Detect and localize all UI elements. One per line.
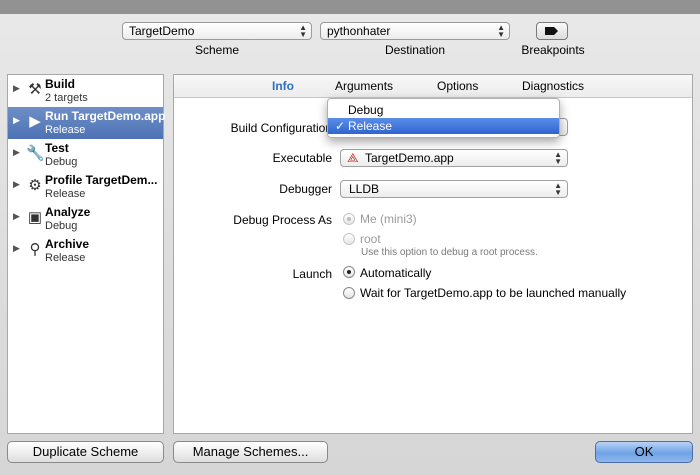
action-run[interactable]: ▶ ▶ Run TargetDemo.app Release <box>8 107 166 139</box>
debugger-value: LLDB <box>349 182 380 196</box>
popup-arrows-icon: ▲ ▼ <box>497 23 505 39</box>
archive-icon: ⚲ <box>29 241 41 258</box>
disclosure-triangle-icon[interactable]: ▶ <box>13 147 20 158</box>
action-analyze[interactable]: ▶ ▣ Analyze Debug <box>8 203 163 235</box>
action-name: Test <box>45 141 69 155</box>
disclosure-triangle-icon[interactable]: ▶ <box>13 115 20 126</box>
action-name: Analyze <box>45 205 91 219</box>
executable-value: TargetDemo.app <box>365 151 454 165</box>
ok-button[interactable]: OK <box>595 441 693 463</box>
disclosure-triangle-icon[interactable]: ▶ <box>13 211 20 222</box>
duplicate-scheme-button[interactable]: Duplicate Scheme <box>7 441 164 463</box>
action-subtitle: 2 targets <box>45 92 88 104</box>
disclosure-triangle-icon[interactable]: ▶ <box>13 83 20 94</box>
tab-options[interactable]: Options <box>437 79 478 93</box>
radio-wait-manually-label: Wait for TargetDemo.app to be launched m… <box>360 286 627 300</box>
scheme-caption: Scheme <box>194 43 240 57</box>
radio-automatically[interactable] <box>343 266 355 278</box>
destination-caption: Destination <box>384 43 446 57</box>
tab-arguments[interactable]: Arguments <box>335 79 393 93</box>
menu-item-release[interactable]: ✓ Release <box>328 118 559 134</box>
popup-arrows-icon: ▲ ▼ <box>299 23 307 39</box>
debug-process-as-label: Debug Process As <box>233 213 332 227</box>
popup-arrows-icon: ▲ ▼ <box>554 150 562 166</box>
radio-root-label: root <box>360 232 381 246</box>
action-profile[interactable]: ▶ ⚙ Profile TargetDem... Release <box>8 171 163 203</box>
root-note: Use this option to debug a root process. <box>361 247 538 258</box>
background-window-strip <box>0 0 700 14</box>
tab-info[interactable]: Info <box>272 79 294 93</box>
disclosure-triangle-icon[interactable]: ▶ <box>13 179 20 190</box>
action-name: Build <box>45 77 75 91</box>
destination-value: pythonhater <box>327 24 391 38</box>
build-configuration-label: Build Configuration <box>230 121 332 135</box>
hammer-icon: ⚒ <box>28 81 42 98</box>
breakpoints-caption: Breakpoints <box>521 43 585 57</box>
radio-automatically-label: Automatically <box>360 266 432 280</box>
debugger-label: Debugger <box>279 182 332 196</box>
action-subtitle: Debug <box>45 156 78 168</box>
scheme-editor-sheet: TargetDemo ▲ ▼ Scheme pythonhater ▲ ▼ Dest… <box>0 0 700 475</box>
manage-schemes-button[interactable]: Manage Schemes... <box>173 441 328 463</box>
profile-icon: ⚙ <box>28 177 42 194</box>
tab-diagnostics[interactable]: Diagnostics <box>522 79 584 93</box>
destination-popup[interactable]: pythonhater ▲ ▼ <box>320 22 510 40</box>
launch-label: Launch <box>292 267 332 281</box>
scheme-value: TargetDemo <box>129 24 195 38</box>
executable-popup[interactable]: ⟁ TargetDemo.app ▲ ▼ <box>340 149 568 167</box>
action-test[interactable]: ▶ 🔧 Test Debug <box>8 139 163 171</box>
menu-item-debug[interactable]: Debug <box>328 102 559 118</box>
disclosure-triangle-icon[interactable]: ▶ <box>13 243 20 254</box>
radio-me[interactable] <box>343 213 355 225</box>
debugger-popup[interactable]: LLDB ▲ ▼ <box>340 180 568 198</box>
action-archive[interactable]: ▶ ⚲ Archive Release <box>8 235 163 267</box>
action-build[interactable]: ▶ ⚒ Build 2 targets <box>8 75 163 107</box>
wrench-icon: 🔧 <box>26 145 45 162</box>
action-name: Profile TargetDem... <box>45 173 158 187</box>
breakpoint-arrow-icon <box>545 27 558 35</box>
breakpoints-button[interactable] <box>536 22 568 40</box>
checkmark-icon: ✓ <box>335 119 346 133</box>
action-subtitle: Release <box>45 188 86 200</box>
tab-bar: Info Arguments Options Diagnostics <box>174 75 692 98</box>
radio-wait-manually[interactable] <box>343 287 355 299</box>
scheme-popup[interactable]: TargetDemo ▲ ▼ <box>122 22 312 40</box>
action-name: Run TargetDemo.app <box>45 109 166 123</box>
build-configuration-menu: Debug ✓ Release <box>327 98 560 138</box>
analyze-icon: ▣ <box>27 209 43 226</box>
radio-me-label: Me (mini3) <box>360 212 417 226</box>
action-subtitle: Release <box>45 124 86 136</box>
popup-arrows-icon: ▲ ▼ <box>554 181 562 197</box>
menu-item-label: Release <box>348 119 393 133</box>
action-subtitle: Debug <box>45 220 78 232</box>
action-subtitle: Release <box>45 252 86 264</box>
menu-item-label: Debug <box>348 103 384 117</box>
scheme-action-list: ▶ ⚒ Build 2 targets ▶ ▶ Run TargetDemo.a… <box>7 74 166 434</box>
radio-root[interactable] <box>343 233 355 245</box>
action-name: Archive <box>45 237 90 251</box>
executable-label: Executable <box>272 151 332 165</box>
app-icon: ⟁ <box>347 150 359 165</box>
play-icon: ▶ <box>29 113 41 130</box>
